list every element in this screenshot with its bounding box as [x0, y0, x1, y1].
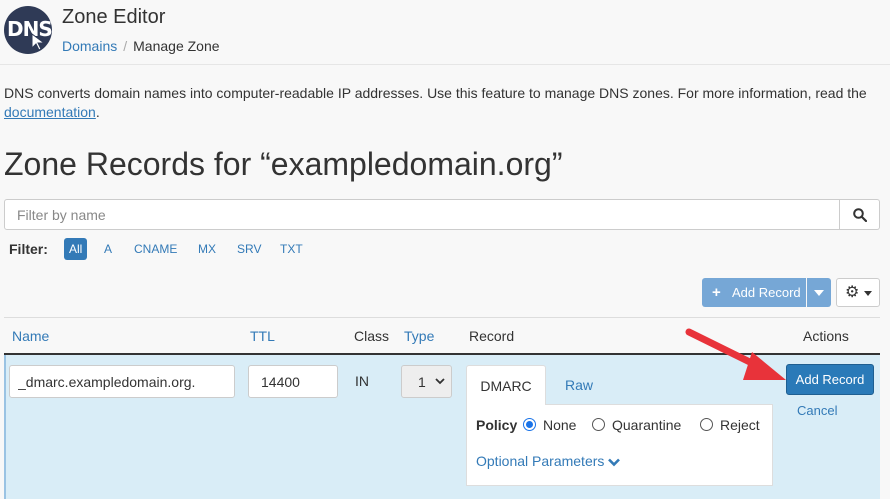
column-header-actions: Actions — [803, 328, 849, 344]
gear-icon: ⚙ — [845, 284, 860, 301]
record-type-value: 1 — [418, 374, 426, 390]
optional-parameters-toggle[interactable]: Optional Parameters — [476, 453, 621, 469]
filter-a[interactable]: A — [99, 238, 117, 260]
tab-raw[interactable]: Raw — [565, 377, 593, 393]
policy-label: Policy — [476, 417, 518, 433]
search-button[interactable] — [840, 199, 880, 230]
filter-label: Filter: — [9, 241, 48, 257]
breadcrumb-current: Manage Zone — [133, 38, 220, 54]
description-text: DNS converts domain names into computer-… — [4, 85, 867, 101]
table-top-border — [4, 317, 880, 318]
record-class-value: IN — [355, 373, 369, 389]
cursor-icon — [31, 33, 46, 51]
filter-all[interactable]: All — [64, 238, 88, 260]
documentation-link[interactable]: documentation — [4, 104, 96, 120]
filter-cname[interactable]: CNAME — [129, 238, 182, 260]
breadcrumb-separator: / — [123, 38, 128, 54]
cancel-link[interactable]: Cancel — [797, 403, 837, 418]
chevron-down-icon — [608, 458, 621, 467]
add-record-button[interactable]: Add Record — [786, 364, 874, 395]
record-ttl-input[interactable] — [248, 365, 338, 398]
record-type-select[interactable]: 1 — [401, 365, 452, 398]
policy-quarantine-radio[interactable] — [592, 418, 605, 431]
header-divider — [0, 64, 890, 65]
app-title: Zone Editor — [62, 6, 166, 28]
tab-dmarc[interactable]: DMARC — [466, 365, 546, 405]
settings-button[interactable]: ⚙ — [836, 278, 880, 307]
breadcrumb-domains-link[interactable]: Domains — [62, 38, 117, 54]
chevron-down-icon — [435, 378, 445, 385]
breadcrumb: Domains / Manage Zone — [62, 38, 220, 54]
plus-icon: + — [712, 284, 721, 301]
column-header-record: Record — [469, 328, 515, 344]
column-header-class: Class — [354, 328, 390, 344]
column-header-ttl[interactable]: TTL — [250, 328, 275, 344]
filter-by-name-input[interactable] — [4, 199, 840, 230]
page-description: DNS converts domain names into computer-… — [4, 84, 886, 122]
filter-txt[interactable]: TXT — [275, 238, 308, 260]
optional-parameters-label: Optional Parameters — [476, 453, 605, 469]
policy-none-label[interactable]: None — [543, 417, 576, 433]
caret-down-icon — [864, 291, 872, 296]
search-icon — [853, 208, 867, 222]
add-record-top-button[interactable]: + Add Record — [702, 278, 806, 307]
page-title: Zone Records for “exampledomain.org” — [4, 146, 563, 182]
caret-down-icon — [814, 290, 824, 296]
policy-reject-label[interactable]: Reject — [720, 417, 760, 433]
filter-srv[interactable]: SRV — [232, 238, 266, 260]
add-record-dropdown-toggle[interactable] — [807, 278, 831, 307]
add-record-top-label: Add Record — [732, 285, 801, 300]
column-header-name[interactable]: Name — [12, 328, 49, 344]
policy-none-radio[interactable] — [523, 418, 536, 431]
policy-reject-radio[interactable] — [700, 418, 713, 431]
column-header-type[interactable]: Type — [404, 328, 434, 344]
dns-logo: DNS — [4, 6, 53, 54]
record-name-input[interactable] — [9, 365, 235, 398]
description-suffix: . — [95, 104, 100, 120]
filter-mx[interactable]: MX — [193, 238, 221, 260]
policy-quarantine-label[interactable]: Quarantine — [612, 417, 681, 433]
